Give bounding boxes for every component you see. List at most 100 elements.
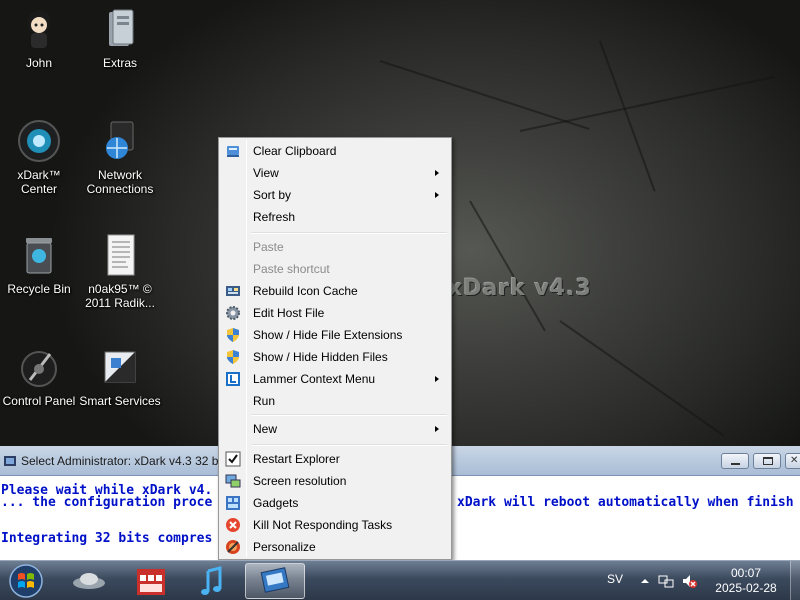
wallpaper-crack (599, 40, 656, 192)
wallpaper-crack (559, 320, 725, 437)
menu-item-clear-clipboard[interactable]: Clear Clipboard (221, 140, 449, 162)
desktop-icon-john[interactable]: John (0, 6, 80, 70)
menu-item-kill-not-responding[interactable]: Kill Not Responding Tasks (221, 514, 449, 536)
desktop-icon-label: n0ak95™ © 2011 Radik... (85, 282, 155, 310)
volume-muted-icon[interactable] (681, 573, 697, 589)
desktop-icon-xdark-center[interactable]: xDark™ Center (0, 118, 80, 196)
clipboard-icon (225, 143, 241, 159)
user-folder-icon (16, 6, 62, 52)
menu-item-personalize[interactable]: Personalize (221, 536, 449, 558)
submenu-arrow-icon (435, 192, 439, 198)
context-menu[interactable]: Clear Clipboard View Sort by Refresh Pas… (218, 137, 452, 560)
desktop-icon-control-panel[interactable]: Control Panel (0, 344, 80, 408)
menu-item-label: View (253, 166, 279, 180)
wallpaper-text: xDark v4.3 (448, 276, 592, 301)
menu-item-show-hide-hidden-files[interactable]: Show / Hide Hidden Files (221, 346, 449, 368)
menu-separator (251, 232, 447, 234)
clock[interactable]: 00:07 2025-02-28 (706, 566, 786, 596)
extras-folder-icon (97, 6, 143, 52)
recycle-bin-icon (16, 232, 62, 278)
shield-icon (225, 327, 241, 343)
network-tray-icon[interactable] (658, 573, 674, 589)
taskbar-store-button[interactable] (124, 563, 178, 599)
wallpaper-crack (469, 200, 546, 332)
menu-item-sort-by[interactable]: Sort by (221, 184, 449, 206)
menu-item-label: Sort by (253, 188, 292, 202)
taskbar-browser-button[interactable] (62, 563, 116, 599)
maximize-icon (763, 457, 773, 465)
windows-logo-icon (9, 564, 43, 598)
xdark-center-icon (16, 118, 62, 164)
menu-item-label: Show / Hide Hidden Files (253, 350, 388, 364)
minimize-button[interactable] (721, 453, 749, 469)
network-icon (97, 118, 143, 164)
desktop-icon-document[interactable]: n0ak95™ © 2011 Radik... (79, 232, 161, 310)
menu-item-view[interactable]: View (221, 162, 449, 184)
show-hidden-icons-button[interactable] (637, 573, 653, 589)
menu-item-label: Rebuild Icon Cache (253, 284, 358, 298)
desktop-icon-label: Extras (102, 56, 137, 70)
menu-item-label: Clear Clipboard (253, 144, 337, 158)
menu-item-gadgets[interactable]: Gadgets (221, 492, 449, 514)
menu-item-label: Restart Explorer (253, 452, 340, 466)
close-button[interactable]: ✕ (785, 453, 800, 469)
display-icon (225, 473, 241, 489)
menu-separator (251, 414, 447, 416)
menu-item-restart-explorer[interactable]: Restart Explorer (221, 448, 449, 470)
menu-item-new[interactable]: New (221, 418, 449, 440)
store-icon (137, 569, 165, 595)
menu-item-show-hide-extensions[interactable]: Show / Hide File Extensions (221, 324, 449, 346)
desktop-icon-extras[interactable]: Extras (79, 6, 161, 70)
maximize-button[interactable] (753, 453, 781, 469)
menu-item-rebuild-icon-cache[interactable]: Rebuild Icon Cache (221, 280, 449, 302)
menu-item-lammer-context-menu[interactable]: Lammer Context Menu (221, 368, 449, 390)
menu-item-paste[interactable]: Paste (221, 236, 449, 258)
desktop-icon-label: Network Connections (86, 168, 154, 196)
menu-item-label: Kill Not Responding Tasks (253, 518, 393, 532)
menu-item-label: Edit Host File (253, 306, 325, 320)
start-button[interactable] (6, 563, 46, 599)
refresh-cache-icon (225, 283, 241, 299)
menu-item-label: Run (253, 394, 276, 408)
menu-item-label: Paste shortcut (253, 262, 330, 276)
console-app-icon (3, 454, 17, 471)
wallpaper-crack (519, 75, 775, 132)
menu-item-refresh[interactable]: Refresh (221, 206, 449, 228)
l-badge-icon (225, 371, 241, 387)
submenu-arrow-icon (435, 170, 439, 176)
desktop-icon-label: Smart Services (79, 394, 161, 408)
menu-item-run[interactable]: Run (221, 390, 449, 412)
checkmark-icon (225, 451, 241, 467)
kill-task-icon (225, 517, 241, 533)
console-line-right: xDark will reboot automatically when fin… (457, 495, 794, 510)
desktop-icon-smart-services[interactable]: Smart Services (79, 344, 161, 408)
chevron-up-icon (641, 579, 649, 583)
taskbar[interactable]: SV 00:07 2025-02-28 (0, 560, 800, 600)
taskbar-explorer-button[interactable] (245, 563, 305, 599)
smart-services-icon (97, 344, 143, 390)
menu-item-label: Show / Hide File Extensions (253, 328, 403, 342)
clock-time: 00:07 (730, 566, 762, 580)
control-panel-icon (16, 344, 62, 390)
shield-icon (225, 349, 241, 365)
document-icon (97, 232, 143, 278)
menu-item-paste-shortcut[interactable]: Paste shortcut (221, 258, 449, 280)
taskbar-itunes-button[interactable] (186, 563, 240, 599)
menu-item-edit-host-file[interactable]: Edit Host File (221, 302, 449, 324)
browser-icon (73, 573, 105, 589)
menu-item-label: Screen resolution (253, 474, 347, 488)
menu-item-screen-resolution[interactable]: Screen resolution (221, 470, 449, 492)
submenu-arrow-icon (435, 426, 439, 432)
close-icon: ✕ (790, 455, 799, 466)
desktop-icon-recycle-bin[interactable]: Recycle Bin (0, 232, 80, 296)
desktop-icon-label: Control Panel (2, 394, 76, 408)
menu-separator (251, 444, 447, 446)
show-desktop-button[interactable] (790, 561, 800, 600)
minimize-icon (731, 463, 740, 465)
explorer-icon (260, 567, 290, 593)
menu-item-label: New (253, 422, 278, 436)
wallpaper-crack (379, 60, 590, 130)
desktop-icon-network-connections[interactable]: Network Connections (79, 118, 161, 196)
menu-item-label: Lammer Context Menu (253, 372, 376, 386)
language-indicator[interactable]: SV (607, 572, 623, 586)
